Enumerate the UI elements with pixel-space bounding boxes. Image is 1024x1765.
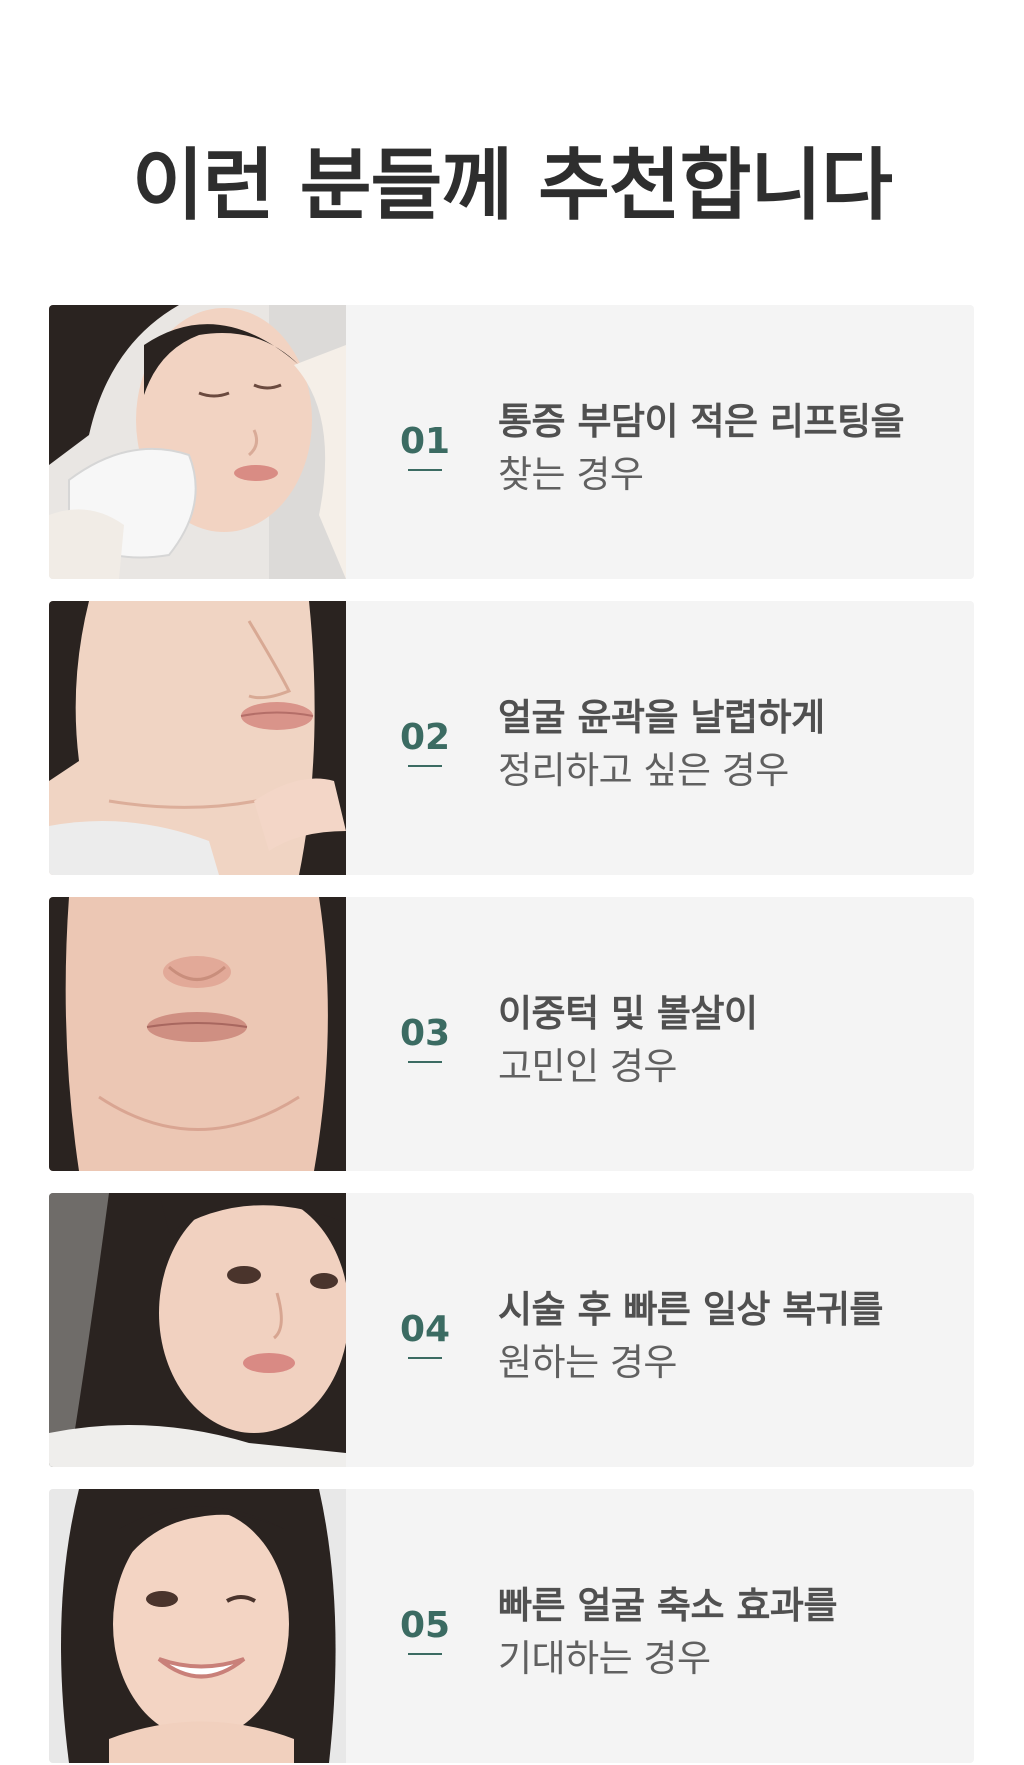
- recommendation-section: 이런 분들께 추천합니다 01 통증 부담이 적은 리프팅을 찾는 경우 02 …: [0, 0, 1024, 1765]
- recommendation-card-4: 04 시술 후 빠른 일상 복귀를 원하는 경우: [49, 1193, 974, 1467]
- card-photo-recovery: [49, 1193, 346, 1467]
- item-text-line1: 빠른 얼굴 축소 효과를: [498, 1584, 838, 1627]
- item-text-line1: 얼굴 윤곽을 날렵하게: [498, 696, 825, 739]
- photo-illustration: [49, 305, 346, 579]
- item-text-line1: 이중턱 및 볼살이: [498, 992, 758, 1035]
- item-text: 시술 후 빠른 일상 복귀를 원하는 경우: [498, 1283, 958, 1389]
- number-underline: [408, 469, 442, 471]
- number-underline: [408, 1061, 442, 1063]
- item-number: 04: [400, 1309, 451, 1350]
- card-photo-jawline: [49, 601, 346, 875]
- item-number: 01: [400, 421, 451, 462]
- recommendation-card-2: 02 얼굴 윤곽을 날렵하게 정리하고 싶은 경우: [49, 601, 974, 875]
- photo-illustration: [49, 1489, 346, 1763]
- recommendation-card-5: 05 빠른 얼굴 축소 효과를 기대하는 경우: [49, 1489, 974, 1763]
- item-text: 얼굴 윤곽을 날렵하게 정리하고 싶은 경우: [498, 691, 958, 797]
- recommendation-card-3: 03 이중턱 및 볼살이 고민인 경우: [49, 897, 974, 1171]
- item-text-line2: 기대하는 경우: [498, 1637, 711, 1680]
- item-text-line2: 정리하고 싶은 경우: [498, 749, 789, 792]
- card-photo-chin: [49, 897, 346, 1171]
- item-text-line1: 통증 부담이 적은 리프팅을: [498, 400, 905, 443]
- recommendation-card-1: 01 통증 부담이 적은 리프팅을 찾는 경우: [49, 305, 974, 579]
- card-photo-face-slim: [49, 1489, 346, 1763]
- item-text-line2: 찾는 경우: [498, 453, 644, 496]
- item-text-line2: 고민인 경우: [498, 1045, 677, 1088]
- number-underline: [408, 765, 442, 767]
- item-text-line1: 시술 후 빠른 일상 복귀를: [498, 1288, 883, 1331]
- section-title: 이런 분들께 추천합니다: [132, 141, 893, 231]
- item-text: 빠른 얼굴 축소 효과를 기대하는 경우: [498, 1579, 958, 1685]
- item-number: 05: [400, 1605, 451, 1646]
- number-underline: [408, 1653, 442, 1655]
- photo-illustration: [49, 897, 346, 1171]
- number-underline: [408, 1357, 442, 1359]
- card-photo-device-lifting: [49, 305, 346, 579]
- item-text: 이중턱 및 볼살이 고민인 경우: [498, 987, 958, 1093]
- item-number: 02: [400, 717, 451, 758]
- item-number: 03: [400, 1013, 451, 1054]
- item-text: 통증 부담이 적은 리프팅을 찾는 경우: [498, 395, 958, 501]
- item-text-line2: 원하는 경우: [498, 1341, 677, 1384]
- photo-illustration: [49, 601, 346, 875]
- photo-illustration: [49, 1193, 346, 1467]
